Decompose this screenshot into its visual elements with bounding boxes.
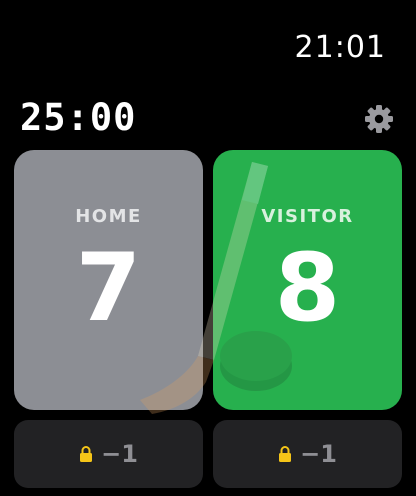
visitor-score: 8 — [274, 234, 341, 343]
settings-gear-icon[interactable] — [363, 103, 395, 135]
lock-icon — [80, 446, 93, 462]
visitor-penalty-value: −1 — [300, 440, 337, 468]
home-team-card[interactable]: HOME 7 — [14, 150, 203, 410]
home-penalty-value: −1 — [101, 440, 138, 468]
home-team-label: HOME — [75, 206, 142, 227]
visitor-team-card[interactable]: VISITOR 8 — [213, 150, 402, 410]
lock-icon — [279, 446, 292, 462]
home-score: 7 — [75, 234, 142, 343]
visitor-team-label: VISITOR — [261, 206, 354, 227]
visitor-penalty-button[interactable]: −1 — [213, 420, 402, 488]
home-penalty-button[interactable]: −1 — [14, 420, 203, 488]
game-timer[interactable]: 25:00 — [20, 96, 136, 139]
status-time: 21:01 — [294, 30, 386, 65]
